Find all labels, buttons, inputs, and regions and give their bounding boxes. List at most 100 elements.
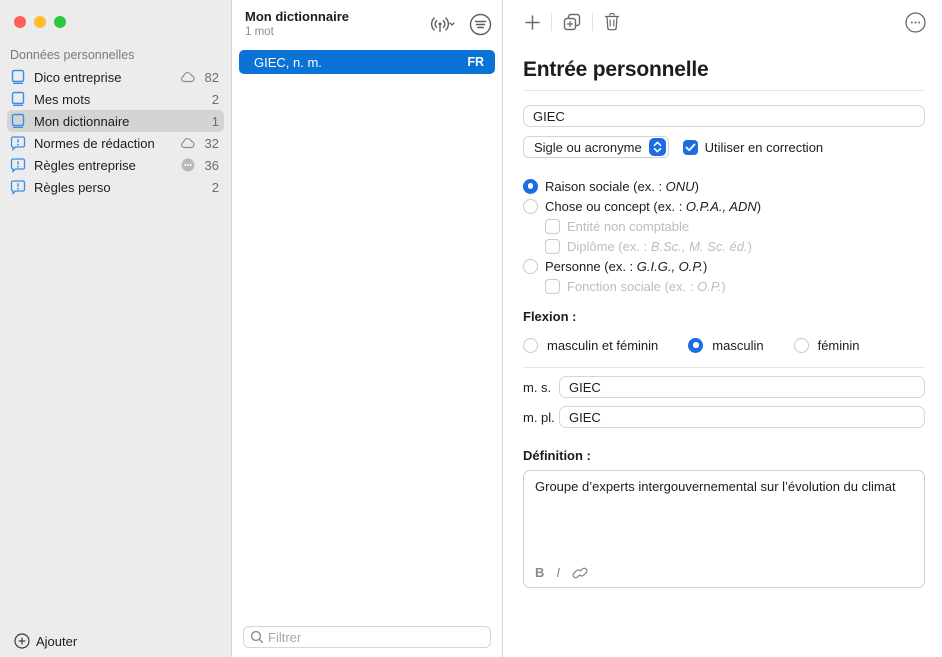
book-icon [10, 91, 27, 108]
toolbar-separator [551, 13, 552, 31]
category-select-value: Sigle ou acronyme [534, 140, 642, 155]
use-in-correction-label: Utiliser en correction [705, 140, 824, 155]
cloud-icon [179, 137, 197, 149]
add-entry-button[interactable] [524, 14, 541, 31]
radio-unselected-icon[interactable] [794, 338, 809, 353]
sidebar-item-label: Normes de rédaction [34, 136, 179, 151]
rules-bubble-icon [10, 157, 27, 174]
add-list-label: Ajouter [36, 634, 77, 649]
flexion-option-label: masculin et féminin [547, 338, 658, 353]
category-select[interactable]: Sigle ou acronyme [523, 136, 669, 158]
close-window-button[interactable] [14, 16, 26, 28]
filter-field[interactable] [243, 626, 491, 648]
cloud-icon [179, 71, 197, 83]
type-option-personne[interactable]: Personne (ex. : G.I.G., O.P.) [523, 256, 925, 276]
type-option-entite-non-comptable: Entité non comptable [523, 216, 925, 236]
bold-button[interactable]: B [535, 565, 544, 580]
language-badge: FR [467, 55, 484, 69]
sidebar-item-label: Règles entreprise [34, 158, 179, 173]
book-icon [10, 113, 27, 130]
radio-unselected-icon [523, 199, 538, 214]
duplicate-entry-button[interactable] [562, 12, 582, 32]
filter-input[interactable] [268, 630, 484, 645]
flexion-options-group: masculin et féminin masculin féminin [523, 335, 925, 355]
delete-entry-button[interactable] [603, 12, 621, 32]
minimize-window-button[interactable] [34, 16, 46, 28]
singular-label: m. s. [523, 380, 559, 395]
sidebar: Données personnelles Dico entreprise 82 … [0, 0, 232, 657]
entry-list: GIEC, n. m. FR [232, 44, 502, 80]
word-input[interactable] [523, 105, 925, 127]
link-button[interactable] [572, 566, 588, 580]
sidebar-item-label: Mes mots [34, 92, 179, 107]
type-option-diplome: Diplôme (ex. : B.Sc., M. Sc. éd.) [523, 236, 925, 256]
sidebar-item-dico-entreprise[interactable]: Dico entreprise 82 [7, 66, 224, 88]
rules-bubble-icon [10, 135, 27, 152]
more-options-button[interactable] [905, 12, 926, 33]
syncing-ellipsis-icon [179, 158, 197, 172]
masculine-plural-input[interactable] [559, 406, 925, 428]
sidebar-item-normes-redaction[interactable]: Normes de rédaction 32 [7, 132, 224, 154]
definition-textarea[interactable]: Groupe d’experts intergouvernemental sur… [523, 470, 925, 588]
add-list-button[interactable]: Ajouter [14, 633, 77, 649]
detail-toolbar [503, 0, 942, 44]
word-count: 1 mot [245, 26, 429, 38]
book-icon [10, 69, 27, 86]
item-count: 1 [201, 114, 219, 129]
italic-button[interactable]: I [554, 565, 562, 580]
flexion-divider [523, 367, 925, 368]
sync-broadcast-button[interactable] [429, 15, 455, 35]
sidebar-item-label: Mon dictionnaire [34, 114, 179, 129]
radio-unselected-icon[interactable] [523, 338, 538, 353]
definition-section-label: Définition : [523, 448, 925, 463]
popup-stepper-icon [649, 138, 666, 156]
sort-filter-button[interactable] [469, 13, 492, 36]
zoom-window-button[interactable] [54, 16, 66, 28]
definition-format-toolbar: B I [535, 565, 588, 580]
flexion-option-label: féminin [818, 338, 860, 353]
entry-detail-panel: Entrée personnelle Sigle ou acronyme Uti… [503, 0, 942, 657]
checkbox-checked-icon [683, 140, 698, 155]
sidebar-item-mon-dictionnaire[interactable]: Mon dictionnaire 1 [7, 110, 224, 132]
masculine-singular-input[interactable] [559, 376, 925, 398]
radio-selected-icon[interactable] [688, 338, 703, 353]
checkbox-unchecked-icon [545, 219, 560, 234]
type-options-group: Raison sociale (ex. : ONU) Chose ou conc… [523, 176, 925, 296]
window-controls [0, 0, 231, 28]
rules-bubble-icon [10, 179, 27, 196]
sidebar-item-label: Règles perso [34, 180, 179, 195]
search-icon [250, 630, 264, 644]
page-title: Entrée personnelle [523, 58, 925, 82]
item-count: 32 [201, 136, 219, 151]
item-count: 82 [201, 70, 219, 85]
use-in-correction-checkbox[interactable]: Utiliser en correction [683, 140, 824, 155]
sidebar-item-mes-mots[interactable]: Mes mots 2 [7, 88, 224, 110]
radio-selected-icon [523, 179, 538, 194]
sidebar-section-title: Données personnelles [0, 28, 231, 66]
sidebar-item-regles-entreprise[interactable]: Règles entreprise 36 [7, 154, 224, 176]
plus-circle-icon [14, 633, 30, 649]
word-list-panel: Mon dictionnaire 1 mot GIEC, n. m. FR [232, 0, 503, 657]
toolbar-separator [592, 13, 593, 31]
flexion-section-label: Flexion : [523, 309, 925, 324]
checkbox-unchecked-icon [545, 279, 560, 294]
sidebar-item-label: Dico entreprise [34, 70, 179, 85]
list-title: Mon dictionnaire [245, 9, 429, 24]
radio-unselected-icon [523, 259, 538, 274]
definition-text: Groupe d’experts intergouvernemental sur… [535, 479, 896, 494]
item-count: 36 [201, 158, 219, 173]
checkbox-unchecked-icon [545, 239, 560, 254]
type-option-fonction-sociale: Fonction sociale (ex. : O.P.) [523, 276, 925, 296]
entry-list-item-giec[interactable]: GIEC, n. m. FR [239, 50, 495, 74]
item-count: 2 [201, 180, 219, 195]
sidebar-item-regles-perso[interactable]: Règles perso 2 [7, 176, 224, 198]
flexion-option-label: masculin [712, 338, 763, 353]
sidebar-list: Dico entreprise 82 Mes mots 2 Mon dictio… [0, 66, 231, 198]
title-divider [523, 90, 925, 91]
plural-label: m. pl. [523, 410, 559, 425]
type-option-raison-sociale[interactable]: Raison sociale (ex. : ONU) [523, 176, 925, 196]
list-header: Mon dictionnaire 1 mot [232, 0, 502, 44]
item-count: 2 [201, 92, 219, 107]
app-window: Données personnelles Dico entreprise 82 … [0, 0, 942, 657]
type-option-chose-ou-concept[interactable]: Chose ou concept (ex. : O.P.A., ADN) [523, 196, 925, 216]
